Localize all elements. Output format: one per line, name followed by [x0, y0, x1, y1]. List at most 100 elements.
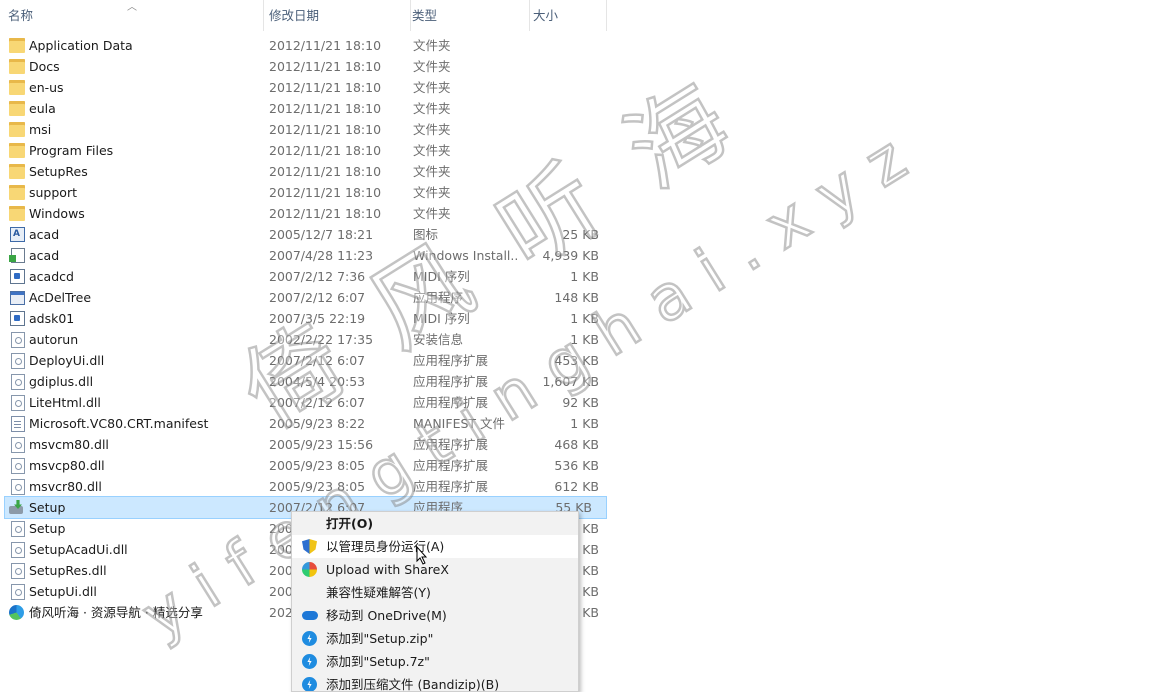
context-menu-item[interactable]: Upload with ShareX — [292, 558, 578, 581]
dll-icon — [11, 521, 25, 537]
file-type: MANIFEST 文件 — [413, 416, 506, 431]
folder-icon — [9, 80, 25, 95]
file-size: 1,607 KB — [542, 374, 599, 389]
file-name: acad — [29, 248, 60, 263]
folder-icon — [9, 38, 25, 53]
file-type: 文件夹 — [413, 122, 451, 137]
file-date: 2012/11/21 18:10 — [269, 206, 382, 221]
file-row[interactable]: Program Files 2012/11/21 18:10 文件夹 — [0, 140, 620, 161]
context-menu-item-label: 兼容性疑难解答(Y) — [326, 585, 431, 600]
context-menu-item[interactable]: 添加到压缩文件 (Bandizip)(B) — [292, 673, 578, 691]
file-size: 536 KB — [554, 458, 599, 473]
file-size: 92 KB — [562, 395, 599, 410]
dll-icon — [11, 563, 25, 579]
file-row[interactable]: acad 2005/12/7 18:21 图标 25 KB — [0, 224, 620, 245]
file-row[interactable]: eula 2012/11/21 18:10 文件夹 — [0, 98, 620, 119]
context-menu-item-label: 打开(O) — [326, 516, 374, 531]
file-row[interactable]: gdiplus.dll 2004/5/4 20:53 应用程序扩展 1,607 KB — [0, 371, 620, 392]
file-name: autorun — [29, 332, 79, 347]
setup-exe-icon — [9, 500, 25, 514]
context-menu-item[interactable]: 添加到"Setup.zip" — [292, 627, 578, 650]
dll-icon — [11, 479, 25, 495]
file-row[interactable]: autorun 2002/2/22 17:35 安装信息 1 KB — [0, 329, 620, 350]
file-row[interactable]: Microsoft.VC80.CRT.manifest 2005/9/23 8:2… — [0, 413, 620, 434]
file-name: Setup — [29, 500, 66, 515]
file-row[interactable]: Docs 2012/11/21 18:10 文件夹 — [0, 56, 620, 77]
file-date: 200 — [269, 542, 293, 557]
column-header-size[interactable]: 大小 — [527, 0, 607, 31]
bandizip-icon — [302, 654, 317, 669]
file-row[interactable]: SetupRes 2012/11/21 18:10 文件夹 — [0, 161, 620, 182]
file-type: 安装信息 — [413, 332, 464, 347]
file-name: SetupRes.dll — [29, 563, 107, 578]
context-menu-item[interactable]: 以管理员身份运行(A) — [292, 535, 578, 558]
context-menu-item[interactable]: 移动到 OneDrive(M) — [292, 604, 578, 627]
bandizip-icon — [302, 631, 317, 646]
context-menu-item[interactable]: 打开(O) — [292, 512, 578, 535]
file-name: LiteHtml.dll — [29, 395, 101, 410]
context-menu: 打开(O) 以管理员身份运行(A) Upload with ShareX 兼容性疑难解… — [291, 511, 579, 692]
context-menu-item[interactable]: 兼容性疑难解答(Y) — [292, 581, 578, 604]
file-date: 200 — [269, 584, 293, 599]
file-date: 2012/11/21 18:10 — [269, 122, 382, 137]
context-menu-item-label: 添加到"Setup.zip" — [326, 631, 434, 646]
file-row[interactable]: msvcr80.dll 2005/9/23 8:05 应用程序扩展 612 KB — [0, 476, 620, 497]
dll-icon — [11, 395, 25, 411]
file-name: AcDelTree — [29, 290, 92, 305]
column-header-date[interactable]: 修改日期 — [264, 0, 411, 31]
file-date: 2012/11/21 18:10 — [269, 143, 382, 158]
file-type: MIDI 序列 — [413, 311, 470, 326]
file-row[interactable]: msi 2012/11/21 18:10 文件夹 — [0, 119, 620, 140]
file-name: msvcr80.dll — [29, 479, 102, 494]
web-shortcut-icon — [9, 605, 24, 620]
file-row[interactable]: AcDelTree 2007/2/12 6:07 应用程序 148 KB — [0, 287, 620, 308]
file-name: msi — [29, 122, 52, 137]
file-row[interactable]: en-us 2012/11/21 18:10 文件夹 — [0, 77, 620, 98]
file-date: 2007/3/5 22:19 — [269, 311, 366, 326]
dll-icon — [11, 542, 25, 558]
file-row[interactable]: Windows 2012/11/21 18:10 文件夹 — [0, 203, 620, 224]
file-size: 1 KB — [570, 311, 599, 326]
file-date: 2012/11/21 18:10 — [269, 38, 382, 53]
file-type: 文件夹 — [413, 164, 451, 179]
file-date: 2012/11/21 18:10 — [269, 101, 382, 116]
file-type: 应用程序扩展 — [413, 479, 489, 494]
file-size: KB — [582, 605, 599, 620]
file-name: support — [29, 185, 77, 200]
file-date: 2002/2/22 17:35 — [269, 332, 374, 347]
file-date: 2007/4/28 11:23 — [269, 248, 374, 263]
sort-ascending-icon: ︿ — [127, 2, 137, 13]
sharex-icon — [302, 562, 317, 577]
file-name: Setup — [29, 521, 66, 536]
file-row[interactable]: LiteHtml.dll 2007/2/12 6:07 应用程序扩展 92 KB — [0, 392, 620, 413]
autocad-icon — [10, 224, 25, 245]
file-row[interactable]: DeployUi.dll 2007/2/12 6:07 应用程序扩展 453 KB — [0, 350, 620, 371]
file-date: 2012/11/21 18:10 — [269, 80, 382, 95]
file-row[interactable]: msvcp80.dll 2005/9/23 8:05 应用程序扩展 536 KB — [0, 455, 620, 476]
folder-icon — [9, 164, 25, 179]
dll-icon — [11, 458, 25, 474]
file-name: msvcp80.dll — [29, 458, 105, 473]
file-name: Program Files — [29, 143, 114, 158]
file-type: 文件夹 — [413, 38, 451, 53]
file-date: 2005/12/7 18:21 — [269, 227, 374, 242]
file-row[interactable]: Application Data 2012/11/21 18:10 文件夹 — [0, 35, 620, 56]
file-name: SetupRes — [29, 164, 88, 179]
context-menu-item[interactable]: 添加到"Setup.7z" — [292, 650, 578, 673]
file-row[interactable]: adsk01 2007/3/5 22:19 MIDI 序列 1 KB — [0, 308, 620, 329]
file-size: 4,939 KB — [542, 248, 599, 263]
file-date: 200 — [269, 521, 293, 536]
file-date: 2007/2/12 6:07 — [269, 395, 366, 410]
column-header-type[interactable]: 类型 — [407, 0, 530, 31]
file-row[interactable]: support 2012/11/21 18:10 文件夹 — [0, 182, 620, 203]
mouse-cursor-icon — [416, 546, 428, 565]
file-name: SetupAcadUi.dll — [29, 542, 128, 557]
file-type: 图标 — [413, 227, 439, 242]
file-row[interactable]: acadcd 2007/2/12 7:36 MIDI 序列 1 KB — [0, 266, 620, 287]
file-date: 2012/11/21 18:10 — [269, 185, 382, 200]
file-row[interactable]: msvcm80.dll 2005/9/23 15:56 应用程序扩展 468 KB — [0, 434, 620, 455]
file-row[interactable]: acad 2007/4/28 11:23 Windows Install... 4,9… — [0, 245, 620, 266]
context-menu-item-label: Upload with ShareX — [326, 562, 449, 577]
file-size: 1 KB — [570, 416, 599, 431]
context-menu-item-label: 移动到 OneDrive(M) — [326, 608, 447, 623]
